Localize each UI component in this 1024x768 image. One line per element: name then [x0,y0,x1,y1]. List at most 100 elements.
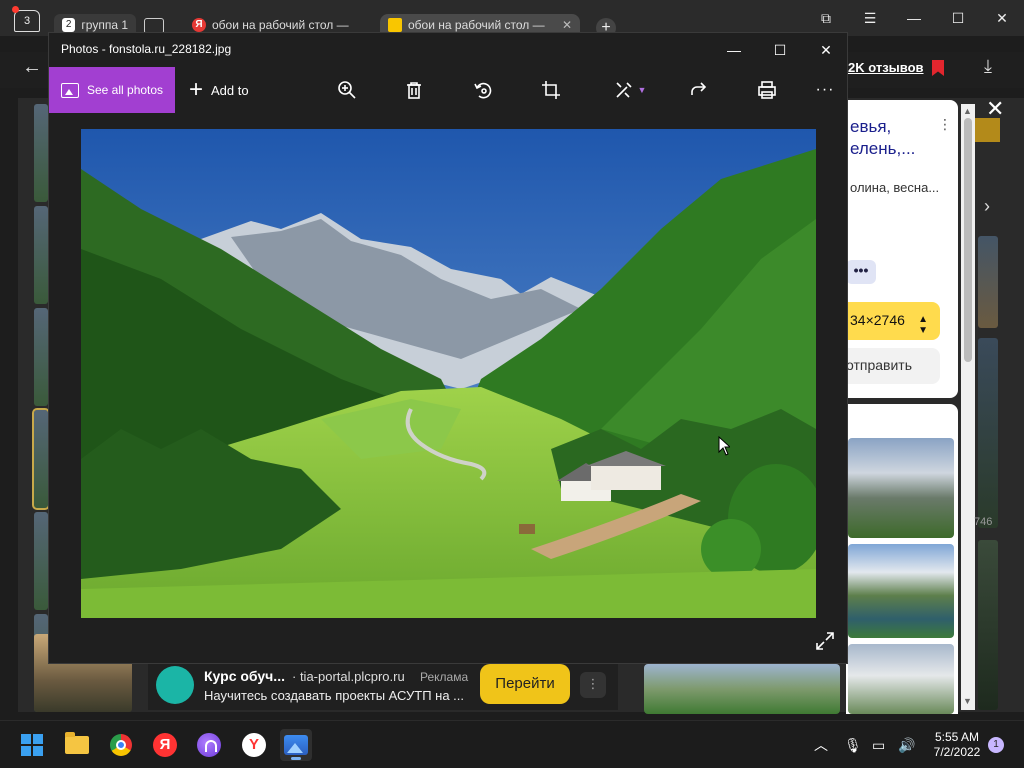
minimize-button[interactable]: — [892,0,936,36]
thumbnail[interactable] [34,308,48,406]
menu-icon[interactable]: ☰ [848,0,892,36]
tab-count: 3 [23,15,31,27]
thumbnail-selected[interactable] [32,408,50,510]
ad-go-button[interactable]: Перейти [480,664,570,704]
ad-thumbnail[interactable] [156,666,194,704]
zoom-button[interactable] [332,75,362,105]
see-all-photos-button[interactable]: See all photos [49,67,175,113]
scroll-down-icon[interactable]: ▼ [963,696,972,706]
chevron-up-icon[interactable]: ︿ [814,721,828,768]
tab-label: группа 1 [81,18,128,32]
more-options-button[interactable]: ··· [810,75,840,105]
microphone-icon[interactable]: 🎙 [844,721,862,768]
share-button[interactable] [684,75,714,105]
next-chevron-icon[interactable]: › [984,196,990,217]
size-select[interactable]: 34×2746 ▲ ▼ [846,302,940,340]
image-info-panel: евья, елень,... ⋮ олина, весна... ••• 34… [846,100,958,398]
ad-domain: · tia-portal.plcpro.ru [292,669,405,684]
clock[interactable]: 5:55 AM 7/2/2022 [926,730,988,760]
browser-window-controls: ⧉ ☰ — ☐ ✕ [804,0,1024,36]
photo-view[interactable] [81,129,816,618]
image-subtitle: олина, весна... [850,180,940,195]
download-icon[interactable]: ⤓ [984,56,992,77]
tab-label: обои на рабочий стол — [408,18,545,32]
taskbar: Я Y ︿ 🎙 ▭ 🔊 5:55 AM 7/2/2022 1 [0,720,1024,768]
yandex-icon[interactable]: Я [149,729,181,761]
scroll-thumb[interactable] [964,118,972,362]
image-title: евья, елень,... [850,117,916,158]
start-icon[interactable] [16,729,48,761]
gallery-image[interactable] [978,236,998,328]
gallery-image[interactable] [978,540,998,710]
file-explorer-icon[interactable] [61,729,93,761]
add-to-label: Add to [211,82,249,98]
chrome-icon[interactable] [105,729,137,761]
group-number: 2 [62,18,76,32]
send-button[interactable]: отправить [846,348,940,384]
yandex-favicon-icon: Я [192,18,206,32]
see-all-photos-label: See all photos [87,83,164,97]
notification-badge[interactable]: 1 [988,737,1004,753]
print-button[interactable] [752,75,782,105]
reviews-link[interactable]: 2K отзывов [848,60,924,75]
panel-menu-icon[interactable]: ⋮ [938,116,952,133]
notification-dot [12,6,19,13]
scrollbar[interactable]: ▲ ▼ [961,104,975,710]
thumbnail[interactable] [34,512,48,610]
zoom-in-icon [338,81,356,99]
photos-icon[interactable] [280,729,312,761]
yandex-browser-icon[interactable]: Y [238,729,270,761]
share-icon [691,82,707,95]
minimize-button[interactable]: — [711,37,757,63]
crop-button[interactable] [536,75,566,105]
similar-image[interactable] [848,438,954,538]
collections-icon[interactable]: ⧉ [804,0,848,36]
rotate-button[interactable] [468,75,498,105]
add-to-button[interactable]: + Add to [189,67,249,113]
maximize-button[interactable]: ☐ [757,37,803,63]
image-dimension: 746 [974,516,993,528]
tab-counter-button[interactable]: 3 [12,6,40,32]
ad-title[interactable]: Курс обуч... [204,668,285,684]
bookmark-icon[interactable] [932,60,944,76]
volume-icon[interactable]: 🔊 [898,721,915,768]
more-chip[interactable]: ••• [846,260,876,284]
landscape-photo [81,129,816,618]
fullscreen-button[interactable] [815,631,835,651]
mouse-cursor-icon [718,435,732,456]
image-favicon-icon [388,18,402,32]
close-viewer-icon[interactable]: ✕ [986,96,1004,122]
trash-icon [407,82,421,99]
photos-window: Photos - fonstola.ru_228182.jpg — ☐ ✕ Se… [48,32,848,664]
maximize-button[interactable]: ☐ [936,0,980,36]
close-button[interactable]: ✕ [803,37,849,63]
chevron-down-icon: ▼ [637,85,647,95]
similar-image[interactable] [848,544,954,638]
ad-label: Реклама [420,670,469,684]
ad-more-button[interactable]: ⋮ [580,672,606,698]
similar-image[interactable] [848,644,954,714]
scroll-up-icon[interactable]: ▲ [963,106,972,116]
printer-icon [758,81,776,99]
close-tab-icon[interactable]: ✕ [562,18,572,32]
gallery-icon [61,82,79,98]
expand-icon [816,632,834,650]
size-value: 34×2746 [850,312,905,328]
edit-button[interactable]: ▼ [609,75,651,105]
windows-logo-icon [21,734,43,756]
close-button[interactable]: ✕ [980,0,1024,36]
back-arrow-icon[interactable]: ← [22,56,42,79]
clock-date: 7/2/2022 [933,745,981,759]
photos-toolbar: See all photos + Add to ▼ ··· [49,67,849,113]
alice-icon[interactable] [193,729,225,761]
network-icon[interactable]: ▭ [872,721,885,768]
edit-tools-icon [615,82,632,98]
window-title: Photos - fonstola.ru_228182.jpg [61,42,232,56]
delete-button[interactable] [399,75,429,105]
tab-bar: 3 2 группа 1 Я обои на рабочий стол — об… [0,0,1024,38]
thumbnail[interactable] [34,206,48,304]
plus-icon: + [189,76,204,103]
gallery-image[interactable] [978,338,998,528]
similar-image[interactable] [644,664,840,714]
thumbnail[interactable] [34,104,48,202]
